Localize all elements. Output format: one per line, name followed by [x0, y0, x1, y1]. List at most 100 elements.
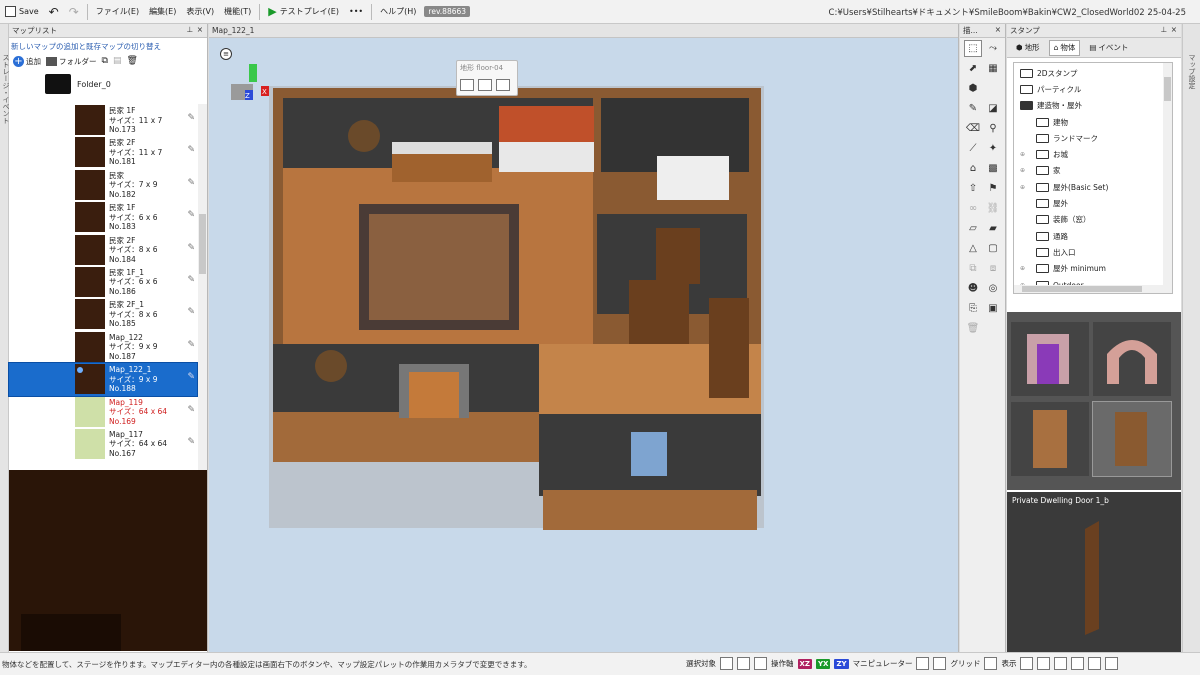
edit-icon[interactable]: ✎ [187, 275, 195, 286]
edit-icon[interactable]: ✎ [187, 211, 195, 221]
folder-row[interactable]: Folder_0 [9, 70, 207, 98]
more-button[interactable]: ••• [344, 2, 368, 22]
tree-scrollbar[interactable] [1163, 63, 1172, 293]
tree-item[interactable]: 屋外 [1014, 195, 1172, 211]
block-icon[interactable]: ▰ [984, 220, 1002, 237]
tree-item[interactable]: 通路 [1014, 228, 1172, 244]
select-terrain-icon[interactable] [737, 657, 750, 670]
display-option-2-icon[interactable] [1037, 657, 1051, 670]
close-icon[interactable]: × [197, 25, 203, 34]
scroll-thumb[interactable] [199, 214, 206, 274]
scroll-thumb[interactable] [1022, 286, 1142, 292]
edit-icon[interactable]: ✎ [187, 146, 195, 156]
add-map-button[interactable]: + 追加 [13, 55, 41, 67]
expand-icon[interactable]: ⊕ [1020, 167, 1025, 174]
close-icon[interactable]: × [1171, 25, 1177, 34]
tree-hscrollbar[interactable] [1014, 285, 1172, 293]
tab-terrain[interactable]: ⬢ 地形 [1011, 40, 1045, 56]
display-option-4-icon[interactable] [1071, 657, 1085, 670]
left-dock-strip[interactable]: ストレージ・イベント [0, 24, 10, 652]
stamp-icon[interactable]: ✦ [984, 140, 1002, 157]
merge-icon[interactable]: ⧉ [964, 260, 982, 277]
map-viewport[interactable]: Map_122_1 ≡ Z X 地形 floor-04 [209, 24, 959, 652]
region-icon[interactable]: ⬈ [964, 60, 982, 77]
close-icon[interactable]: × [995, 25, 1001, 34]
box-icon[interactable]: ▢ [984, 240, 1002, 257]
map-list-item[interactable]: 民家 1F_1 サイズ：6 x 6 No.186 ✎ [9, 266, 197, 298]
link-icon[interactable]: ∞ [964, 200, 982, 217]
tree-item[interactable]: ⊕ 屋外 minimum [1014, 261, 1172, 277]
select-all-icon[interactable] [720, 657, 733, 670]
delete-icon[interactable]: 🗑 [126, 56, 137, 66]
map-list-item[interactable]: 民家 サイズ：7 x 9 No.182 ✎ [9, 169, 197, 201]
display-option-1-icon[interactable] [1020, 657, 1034, 670]
tab-object[interactable]: ⌂ 物体 [1048, 39, 1081, 56]
eraser-icon[interactable]: ⌫ [964, 120, 982, 137]
lasso-icon[interactable]: ⤳ [984, 40, 1002, 57]
undo-button[interactable]: ↶ [44, 2, 64, 22]
menu-help[interactable]: ヘルプ(H) [375, 2, 421, 22]
manipulator-rotate-icon[interactable] [933, 657, 947, 670]
map-list-item[interactable]: Map_122_1 サイズ：9 x 9 No.188 ✎ [8, 362, 198, 397]
map-list-item[interactable]: 民家 1F サイズ：11 x 7 No.173 ✎ [9, 104, 197, 136]
menu-file[interactable]: ファイル(E) [91, 2, 144, 22]
edit-icon[interactable]: ✎ [187, 373, 195, 383]
scene-render[interactable]: Z X [209, 38, 959, 652]
palette-item-door-selected[interactable] [1092, 401, 1172, 477]
edit-icon[interactable]: ✎ [187, 405, 195, 416]
terrain-copy-icon[interactable] [496, 79, 510, 91]
map-list-item[interactable]: 民家 2F サイズ：11 x 7 No.181 ✎ [9, 136, 197, 168]
person-icon[interactable]: ☻ [964, 280, 982, 297]
palette-item-door-double[interactable] [1011, 402, 1089, 476]
tree-item[interactable]: ⊕ 家 [1014, 163, 1172, 179]
copy-tool-icon[interactable]: ⎘ [964, 300, 982, 317]
map-list-item[interactable]: Map_119 サイズ：64 x 64 No.169 ✎ [9, 396, 197, 428]
right-dock-strip[interactable]: マップ設定 [1182, 24, 1200, 652]
axis-zy-button[interactable]: ZY [834, 658, 849, 669]
terrain-pick-icon[interactable] [460, 79, 474, 91]
map-list-item[interactable]: 民家 2F サイズ：8 x 6 No.184 ✎ [9, 234, 197, 266]
map-switch-link[interactable]: 新しいマップの追加と既存マップの切り替え [9, 38, 207, 52]
save-button[interactable]: Save [0, 2, 44, 22]
eyedropper-icon[interactable]: ⚲ [984, 120, 1002, 137]
copy-icon[interactable]: ⧉ [102, 56, 108, 66]
axis-yx-button[interactable]: YX [815, 658, 831, 669]
map-list-item[interactable]: Map_122 サイズ：9 x 9 No.187 ✎ [9, 331, 197, 363]
pin-tool-icon[interactable]: ⚑ [984, 180, 1002, 197]
slope-icon[interactable]: △ [964, 240, 982, 257]
map-scene[interactable]: ≡ Z X 地形 floor-04 [209, 38, 959, 652]
select-icon[interactable]: ⬚ [964, 40, 982, 57]
chain-icon[interactable]: ⛓ [984, 200, 1002, 217]
tree-item[interactable]: ランドマーク [1014, 130, 1172, 146]
house-icon[interactable]: ⌂ [964, 160, 982, 177]
trash-icon[interactable]: 🗑 [964, 320, 982, 337]
target-icon[interactable]: ◎ [984, 280, 1002, 297]
house-model[interactable] [269, 86, 764, 530]
tree-item[interactable]: 出入口 [1014, 244, 1172, 260]
fill-icon[interactable]: ◪ [984, 100, 1002, 117]
raise-icon[interactable]: ⇧ [964, 180, 982, 197]
save-tool-icon[interactable]: ▣ [984, 300, 1002, 317]
tree-item[interactable]: 建物 [1014, 114, 1172, 130]
map-list-item[interactable]: 民家 2F_1 サイズ：8 x 6 No.185 ✎ [9, 298, 197, 330]
paste-icon[interactable]: ▤ [113, 56, 122, 66]
palette-item-arch[interactable] [1093, 322, 1171, 396]
pen-icon[interactable]: ✎ [964, 100, 982, 117]
tree-item[interactable]: ⊕ お城 [1014, 146, 1172, 162]
axis-gizmo[interactable]: Z X [231, 64, 269, 100]
tree-item[interactable]: 2Dスタンプ [1014, 65, 1172, 81]
map-list-item[interactable]: Map_117 サイズ：64 x 64 No.167 ✎ [9, 428, 197, 460]
scroll-thumb[interactable] [1164, 77, 1171, 101]
map-list-scrollbar[interactable] [198, 104, 207, 470]
expand-icon[interactable]: ⊕ [1020, 184, 1025, 191]
edit-icon[interactable]: ✎ [187, 308, 195, 318]
display-option-6-icon[interactable] [1105, 657, 1119, 670]
select-object-icon[interactable] [754, 657, 767, 670]
edit-icon[interactable]: ✎ [187, 113, 195, 124]
manipulator-move-icon[interactable] [916, 657, 930, 670]
grid-toggle-icon[interactable] [984, 657, 998, 670]
tab-event[interactable]: ▤ イベント [1084, 40, 1133, 56]
pin-icon[interactable]: ⊥ [1160, 25, 1167, 34]
testplay-button[interactable]: ▶ テストプレイ(E) [263, 2, 344, 22]
split-icon[interactable]: ⧈ [984, 260, 1002, 277]
